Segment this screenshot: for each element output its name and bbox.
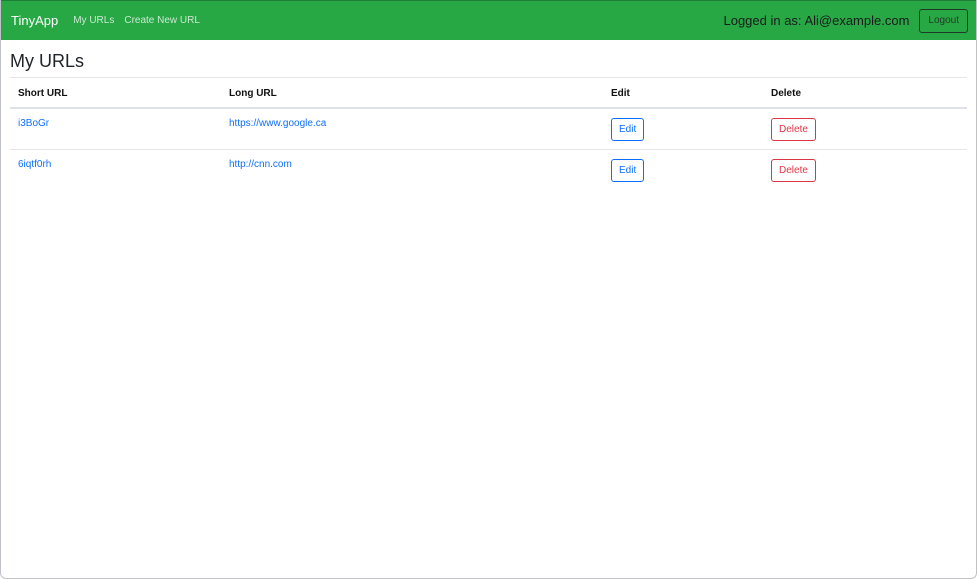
nav-link-my-urls[interactable]: My URLs <box>73 15 114 26</box>
main-content: My URLs Short URL Long URL Edit Delete i… <box>1 40 976 190</box>
delete-cell: Delete <box>763 149 967 190</box>
long-url-link[interactable]: http://cnn.com <box>229 159 292 170</box>
column-header-long-url: Long URL <box>221 77 603 109</box>
delete-button[interactable]: Delete <box>771 159 816 182</box>
delete-button[interactable]: Delete <box>771 118 816 141</box>
column-header-edit: Edit <box>603 77 763 109</box>
edit-cell: Edit <box>603 149 763 190</box>
top-navbar: TinyApp My URLs Create New URL Logged in… <box>1 0 976 40</box>
table-row: 6iqtf0rh http://cnn.com Edit Delete <box>10 149 967 190</box>
urls-table: Short URL Long URL Edit Delete i3BoGr ht… <box>10 77 967 190</box>
table-row: i3BoGr https://www.google.ca Edit Delete <box>10 108 967 150</box>
table-header-row: Short URL Long URL Edit Delete <box>10 77 967 109</box>
short-url-cell: 6iqtf0rh <box>10 149 221 190</box>
column-header-short-url: Short URL <box>10 77 221 109</box>
edit-button[interactable]: Edit <box>611 159 645 182</box>
long-url-link[interactable]: https://www.google.ca <box>229 118 326 129</box>
brand-link[interactable]: TinyApp <box>11 13 58 28</box>
app-window: TinyApp My URLs Create New URL Logged in… <box>0 0 977 579</box>
short-url-cell: i3BoGr <box>10 108 221 150</box>
edit-button[interactable]: Edit <box>611 118 645 141</box>
long-url-cell: http://cnn.com <box>221 149 603 190</box>
table-header: Short URL Long URL Edit Delete <box>10 77 967 109</box>
page-title: My URLs <box>10 51 85 71</box>
logged-in-user-text: Logged in as: Ali@example.com <box>723 13 910 28</box>
column-header-delete: Delete <box>763 77 967 109</box>
logout-button[interactable]: Logout <box>919 8 968 33</box>
table-body: i3BoGr https://www.google.ca Edit Delete… <box>10 108 967 190</box>
nav-link-create-new-url[interactable]: Create New URL <box>124 15 200 26</box>
short-url-link[interactable]: i3BoGr <box>18 118 49 129</box>
short-url-link[interactable]: 6iqtf0rh <box>18 159 51 170</box>
edit-cell: Edit <box>603 108 763 150</box>
delete-cell: Delete <box>763 108 967 150</box>
long-url-cell: https://www.google.ca <box>221 108 603 150</box>
